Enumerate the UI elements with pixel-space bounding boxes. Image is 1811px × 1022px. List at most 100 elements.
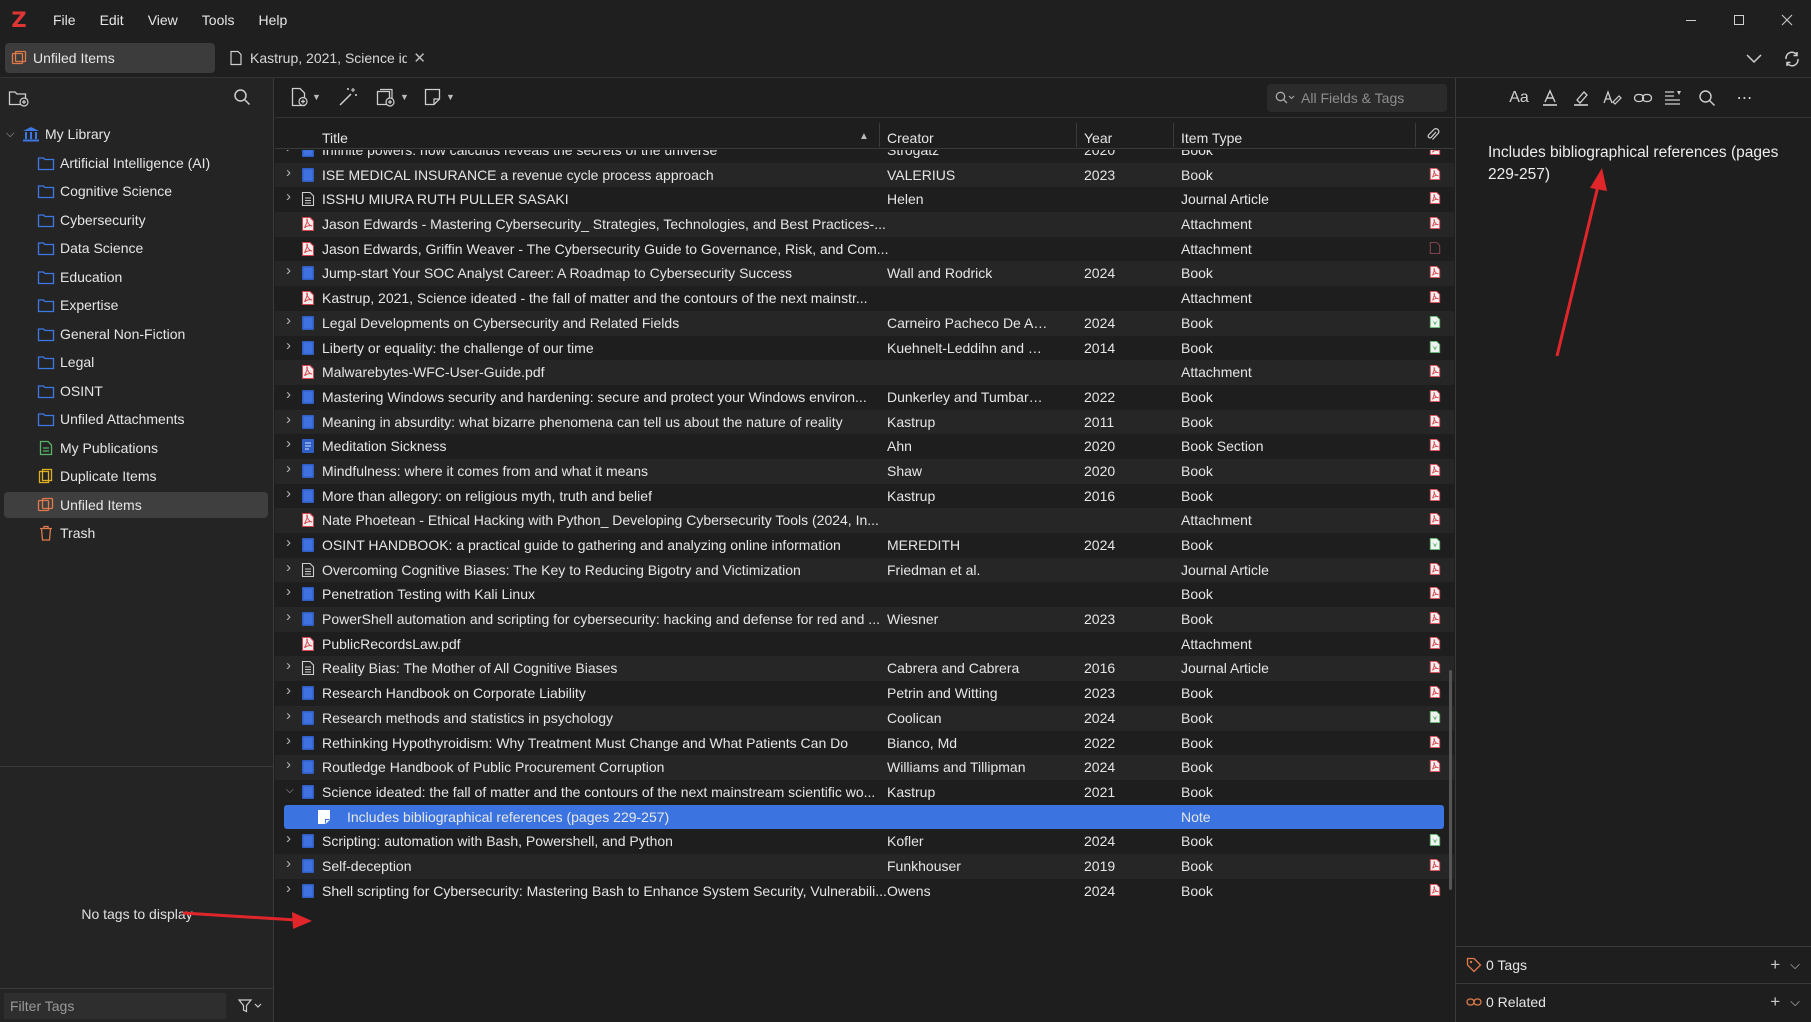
chevron-right-icon[interactable]: › [286,262,291,279]
tag-filter-menu-icon[interactable] [238,998,262,1013]
pdf-attachment-icon[interactable] [1429,438,1443,455]
chevron-right-icon[interactable]: › [286,312,291,329]
pdf-attachment-icon[interactable] [1429,611,1443,628]
search-input[interactable] [1301,90,1441,106]
chevron-right-icon[interactable]: › [286,682,291,699]
chevron-right-icon[interactable]: › [286,411,291,428]
table-row[interactable]: › Research Handbook on Corporate Liabilit… [275,681,1454,706]
pdf-attachment-icon[interactable] [1429,512,1443,529]
new-collection-icon[interactable] [8,88,30,112]
chevron-right-icon[interactable]: › [286,386,291,403]
pdf-attachment-icon[interactable] [1429,167,1443,184]
chevron-right-icon[interactable]: › [286,732,291,749]
pdf-attachment-icon[interactable] [1429,463,1443,480]
new-item-button[interactable]: ▼ [289,87,321,107]
table-row[interactable]: Nate Phoetean - Ethical Hacking with Pyt… [275,508,1454,533]
maximize-icon[interactable] [1715,0,1763,40]
table-row[interactable]: › OSINT HANDBOOK: a practical guide to ga… [275,533,1454,558]
table-row-selected[interactable]: Includes bibliographical references (pag… [284,804,1444,830]
insert-citation-icon[interactable] [1661,87,1687,109]
pdf-attachment-icon[interactable] [1429,241,1443,258]
chevron-right-icon[interactable]: › [286,435,291,452]
pdf-attachment-icon[interactable] [1429,883,1443,900]
add-by-identifier-button[interactable] [337,87,359,107]
minimize-icon[interactable] [1667,0,1715,40]
tab-close-icon[interactable]: ✕ [413,49,426,67]
chevron-right-icon[interactable]: › [286,855,291,872]
table-row[interactable]: › ISSHU MIURA RUTH PULLER SASAKI Helen Jour… [275,187,1454,212]
chevron-right-icon[interactable]: › [286,485,291,502]
sidebar-item-my-publications[interactable]: My Publications [0,434,274,463]
search-icon[interactable] [233,88,251,110]
clear-formatting-icon[interactable] [1599,87,1625,109]
table-row[interactable]: Jason Edwards, Griffin Weaver - The Cybe… [275,237,1454,262]
chevron-right-icon[interactable]: › [286,534,291,551]
sidebar-item-cybersecurity[interactable]: Cybersecurity [0,206,274,235]
table-row[interactable]: › Overcoming Cognitive Biases: The Key to… [275,557,1454,583]
text-size-icon[interactable]: Aa [1506,87,1532,109]
table-row[interactable]: › More than allegory: on religious myth, … [275,484,1454,509]
sidebar-item-general-non-fiction[interactable]: General Non-Fiction [0,320,274,349]
table-row[interactable]: › Self-deception Funkhouser 2019 Book [275,853,1454,879]
chevron-right-icon[interactable]: › [286,830,291,847]
chevron-down-icon[interactable]: ⌵ [6,128,18,141]
menu-view[interactable]: View [144,10,182,30]
insert-link-icon[interactable] [1630,87,1656,109]
tab-unfiled-items[interactable]: Unfiled Items [5,43,215,73]
pdf-attachment-icon[interactable] [1429,660,1443,677]
sidebar-item-duplicate-items[interactable]: Duplicate Items [0,462,274,491]
pdf-attachment-icon[interactable] [1429,265,1443,282]
tab-kastrup-pdf[interactable]: Kastrup, 2021, Science ideated ✕ [226,43,426,73]
tags-section[interactable]: 0 Tags + ⌵ [1456,946,1811,983]
table-row[interactable]: › Meditation Sickness Ahn 2020 Book Section [275,434,1454,459]
pdf-attachment-icon[interactable] [1429,414,1443,431]
pdf-attachment-icon[interactable] [1429,759,1443,776]
menu-tools[interactable]: Tools [198,10,239,30]
sidebar-item-data-science[interactable]: Data Science [0,234,274,263]
chevron-right-icon[interactable]: › [286,756,291,773]
pdf-attachment-icon[interactable] [1429,389,1443,406]
column-creator-header[interactable]: Creator [887,119,934,149]
pdf-attachment-icon[interactable] [1429,685,1443,702]
text-color-icon[interactable] [1537,87,1563,109]
close-icon[interactable] [1763,0,1811,40]
related-section[interactable]: 0 Related + ⌵ [1456,983,1811,1020]
column-type-header[interactable]: Item Type [1181,119,1242,149]
chevron-right-icon[interactable]: › [286,657,291,674]
pane-divider[interactable] [0,766,274,767]
more-options-icon[interactable]: ⋯ [1732,87,1758,109]
column-title-header[interactable]: Title [322,119,348,149]
table-row[interactable]: PublicRecordsLaw.pdf Attachment [275,632,1454,657]
note-body-text[interactable]: Includes bibliographical references (pag… [1488,142,1788,186]
table-row[interactable]: › PowerShell automation and scripting for… [275,607,1454,632]
epub-attachment-icon[interactable] [1429,833,1443,850]
sidebar-item-osint[interactable]: OSINT [0,377,274,406]
epub-attachment-icon[interactable] [1429,710,1443,727]
table-row[interactable]: › Liberty or equality: the challenge of o… [275,336,1454,361]
chevron-right-icon[interactable]: › [286,188,291,205]
column-year-header[interactable]: Year [1084,119,1112,149]
chevron-right-icon[interactable]: › [286,880,291,897]
pdf-attachment-icon[interactable] [1429,488,1443,505]
pdf-attachment-icon[interactable] [1429,150,1443,159]
highlight-icon[interactable] [1568,87,1594,109]
table-row[interactable]: › Scripting: automation with Bash, Powers… [275,829,1454,854]
chevron-right-icon[interactable]: › [286,460,291,477]
menu-help[interactable]: Help [254,10,291,30]
chevron-right-icon[interactable]: › [286,583,291,600]
pdf-attachment-icon[interactable] [1429,858,1443,875]
table-row[interactable]: › Meaning in absurdity: what bizarre phen… [275,409,1454,435]
table-row[interactable]: › Jump-start Your SOC Analyst Career: A R… [275,261,1454,287]
chevron-down-icon[interactable]: ⌵ [286,785,294,796]
sidebar-item-expertise[interactable]: Expertise [0,291,274,320]
pdf-attachment-icon[interactable] [1429,636,1443,653]
add-attachment-button[interactable]: ▼ [375,87,409,107]
chevron-right-icon[interactable]: › [286,164,291,181]
sidebar-item-legal[interactable]: Legal [0,348,274,377]
chevron-right-icon[interactable]: › [286,608,291,625]
pdf-attachment-icon[interactable] [1429,216,1443,233]
sidebar-item-unfiled-items[interactable]: Unfiled Items [0,491,274,520]
sidebar-item-my-library[interactable]: ⌵ My Library [0,120,274,149]
items-scrollbar[interactable] [1449,670,1452,890]
epub-attachment-icon[interactable] [1429,537,1443,554]
